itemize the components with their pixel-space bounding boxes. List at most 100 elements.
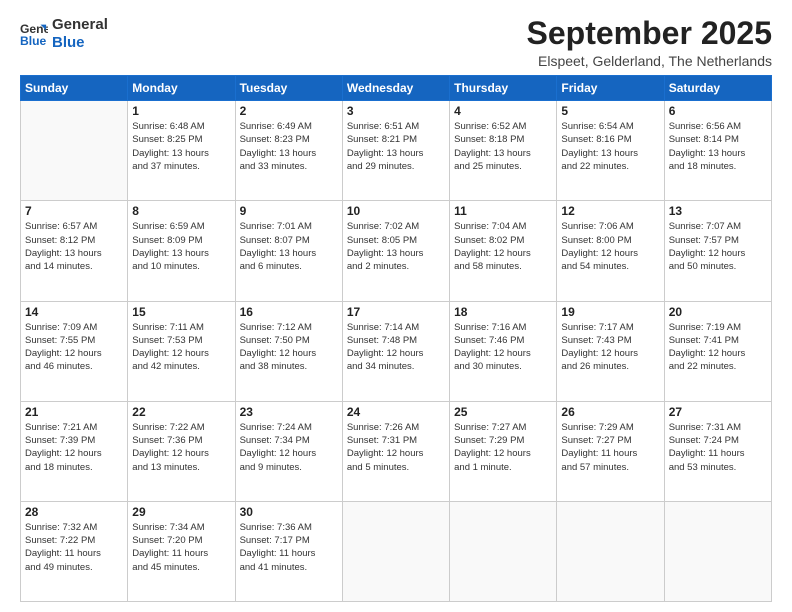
day-number: 7 <box>25 204 123 218</box>
day-number: 26 <box>561 405 659 419</box>
day-info: Sunrise: 7:11 AM Sunset: 7:53 PM Dayligh… <box>132 321 230 374</box>
day-number: 16 <box>240 305 338 319</box>
day-info: Sunrise: 7:14 AM Sunset: 7:48 PM Dayligh… <box>347 321 445 374</box>
day-number: 1 <box>132 104 230 118</box>
calendar-cell: 21 Sunrise: 7:21 AM Sunset: 7:39 PM Dayli… <box>21 401 128 501</box>
weekday-friday: Friday <box>557 76 664 101</box>
day-info: Sunrise: 7:36 AM Sunset: 7:17 PM Dayligh… <box>240 521 338 574</box>
day-number: 10 <box>347 204 445 218</box>
weekday-header-row: SundayMondayTuesdayWednesdayThursdayFrid… <box>21 76 772 101</box>
day-number: 28 <box>25 505 123 519</box>
day-info: Sunrise: 6:51 AM Sunset: 8:21 PM Dayligh… <box>347 120 445 173</box>
calendar-cell: 22Sunrise: 7:22 AM Sunset: 7:36 PM Dayli… <box>128 401 235 501</box>
calendar-cell: 19 Sunrise: 7:17 AM Sunset: 7:43 PM Dayli… <box>557 301 664 401</box>
day-info: Sunrise: 7:12 AM Sunset: 7:50 PM Dayligh… <box>240 321 338 374</box>
day-info: Sunrise: 7:02 AM Sunset: 8:05 PM Dayligh… <box>347 220 445 273</box>
day-number: 13 <box>669 204 767 218</box>
day-info: Sunrise: 7:22 AM Sunset: 7:36 PM Dayligh… <box>132 421 230 474</box>
logo-blue: Blue <box>52 34 108 52</box>
day-info: Sunrise: 7:34 AM Sunset: 7:20 PM Dayligh… <box>132 521 230 574</box>
weekday-saturday: Saturday <box>664 76 771 101</box>
weekday-wednesday: Wednesday <box>342 76 449 101</box>
title-block: September 2025 Elspeet, Gelderland, The … <box>527 16 772 69</box>
logo-icon: General Blue <box>20 20 48 48</box>
location: Elspeet, Gelderland, The Netherlands <box>527 53 772 69</box>
day-number: 3 <box>347 104 445 118</box>
day-number: 9 <box>240 204 338 218</box>
day-number: 19 <box>561 305 659 319</box>
day-info: Sunrise: 6:48 AM Sunset: 8:25 PM Dayligh… <box>132 120 230 173</box>
calendar-cell: 6 Sunrise: 6:56 AM Sunset: 8:14 PM Daylig… <box>664 101 771 201</box>
calendar-cell: 5Sunrise: 6:54 AM Sunset: 8:16 PM Daylig… <box>557 101 664 201</box>
day-info: Sunrise: 6:59 AM Sunset: 8:09 PM Dayligh… <box>132 220 230 273</box>
week-row-5: 28 Sunrise: 7:32 AM Sunset: 7:22 PM Dayli… <box>21 501 772 601</box>
day-info: Sunrise: 6:56 AM Sunset: 8:14 PM Dayligh… <box>669 120 767 173</box>
calendar-cell: 1 Sunrise: 6:48 AM Sunset: 8:25 PM Daylig… <box>128 101 235 201</box>
day-info: Sunrise: 7:09 AM Sunset: 7:55 PM Dayligh… <box>25 321 123 374</box>
calendar-cell: 17 Sunrise: 7:14 AM Sunset: 7:48 PM Dayli… <box>342 301 449 401</box>
day-number: 30 <box>240 505 338 519</box>
day-number: 23 <box>240 405 338 419</box>
calendar-cell: 28 Sunrise: 7:32 AM Sunset: 7:22 PM Dayli… <box>21 501 128 601</box>
day-number: 2 <box>240 104 338 118</box>
calendar-cell: 14 Sunrise: 7:09 AM Sunset: 7:55 PM Dayli… <box>21 301 128 401</box>
calendar-cell <box>450 501 557 601</box>
day-number: 18 <box>454 305 552 319</box>
day-info: Sunrise: 7:21 AM Sunset: 7:39 PM Dayligh… <box>25 421 123 474</box>
calendar-cell <box>557 501 664 601</box>
calendar-cell: 11 Sunrise: 7:04 AM Sunset: 8:02 PM Dayli… <box>450 201 557 301</box>
day-info: Sunrise: 7:04 AM Sunset: 8:02 PM Dayligh… <box>454 220 552 273</box>
day-info: Sunrise: 7:17 AM Sunset: 7:43 PM Dayligh… <box>561 321 659 374</box>
day-info: Sunrise: 7:32 AM Sunset: 7:22 PM Dayligh… <box>25 521 123 574</box>
week-row-3: 14 Sunrise: 7:09 AM Sunset: 7:55 PM Dayli… <box>21 301 772 401</box>
week-row-1: 1 Sunrise: 6:48 AM Sunset: 8:25 PM Daylig… <box>21 101 772 201</box>
weekday-thursday: Thursday <box>450 76 557 101</box>
header: General Blue General Blue September 2025… <box>20 16 772 69</box>
calendar-cell: 12Sunrise: 7:06 AM Sunset: 8:00 PM Dayli… <box>557 201 664 301</box>
calendar-cell: 24Sunrise: 7:26 AM Sunset: 7:31 PM Dayli… <box>342 401 449 501</box>
calendar-cell: 20Sunrise: 7:19 AM Sunset: 7:41 PM Dayli… <box>664 301 771 401</box>
day-number: 8 <box>132 204 230 218</box>
day-number: 6 <box>669 104 767 118</box>
day-number: 21 <box>25 405 123 419</box>
month-title: September 2025 <box>527 16 772 51</box>
day-number: 14 <box>25 305 123 319</box>
svg-text:Blue: Blue <box>20 34 47 48</box>
day-info: Sunrise: 7:16 AM Sunset: 7:46 PM Dayligh… <box>454 321 552 374</box>
weekday-monday: Monday <box>128 76 235 101</box>
calendar-cell: 18 Sunrise: 7:16 AM Sunset: 7:46 PM Dayli… <box>450 301 557 401</box>
calendar-cell: 10 Sunrise: 7:02 AM Sunset: 8:05 PM Dayli… <box>342 201 449 301</box>
day-info: Sunrise: 6:52 AM Sunset: 8:18 PM Dayligh… <box>454 120 552 173</box>
page: General Blue General Blue September 2025… <box>0 0 792 612</box>
day-info: Sunrise: 7:31 AM Sunset: 7:24 PM Dayligh… <box>669 421 767 474</box>
weekday-sunday: Sunday <box>21 76 128 101</box>
calendar-cell: 29 Sunrise: 7:34 AM Sunset: 7:20 PM Dayli… <box>128 501 235 601</box>
day-number: 24 <box>347 405 445 419</box>
calendar-cell: 13 Sunrise: 7:07 AM Sunset: 7:57 PM Dayli… <box>664 201 771 301</box>
day-number: 4 <box>454 104 552 118</box>
calendar-cell: 30 Sunrise: 7:36 AM Sunset: 7:17 PM Dayli… <box>235 501 342 601</box>
logo: General Blue General Blue <box>20 16 108 52</box>
day-number: 27 <box>669 405 767 419</box>
calendar-cell: 23Sunrise: 7:24 AM Sunset: 7:34 PM Dayli… <box>235 401 342 501</box>
day-info: Sunrise: 6:57 AM Sunset: 8:12 PM Dayligh… <box>25 220 123 273</box>
calendar-cell: 27 Sunrise: 7:31 AM Sunset: 7:24 PM Dayli… <box>664 401 771 501</box>
day-number: 12 <box>561 204 659 218</box>
calendar-cell: 16 Sunrise: 7:12 AM Sunset: 7:50 PM Dayli… <box>235 301 342 401</box>
calendar-cell: 3 Sunrise: 6:51 AM Sunset: 8:21 PM Daylig… <box>342 101 449 201</box>
calendar-cell: 8 Sunrise: 6:59 AM Sunset: 8:09 PM Daylig… <box>128 201 235 301</box>
calendar-cell: 2Sunrise: 6:49 AM Sunset: 8:23 PM Daylig… <box>235 101 342 201</box>
day-number: 29 <box>132 505 230 519</box>
day-info: Sunrise: 7:07 AM Sunset: 7:57 PM Dayligh… <box>669 220 767 273</box>
day-number: 15 <box>132 305 230 319</box>
day-info: Sunrise: 7:01 AM Sunset: 8:07 PM Dayligh… <box>240 220 338 273</box>
week-row-2: 7 Sunrise: 6:57 AM Sunset: 8:12 PM Daylig… <box>21 201 772 301</box>
week-row-4: 21 Sunrise: 7:21 AM Sunset: 7:39 PM Dayli… <box>21 401 772 501</box>
day-number: 11 <box>454 204 552 218</box>
day-info: Sunrise: 6:54 AM Sunset: 8:16 PM Dayligh… <box>561 120 659 173</box>
day-info: Sunrise: 7:27 AM Sunset: 7:29 PM Dayligh… <box>454 421 552 474</box>
calendar-table: SundayMondayTuesdayWednesdayThursdayFrid… <box>20 75 772 602</box>
calendar-cell: 4 Sunrise: 6:52 AM Sunset: 8:18 PM Daylig… <box>450 101 557 201</box>
calendar-cell <box>664 501 771 601</box>
day-number: 17 <box>347 305 445 319</box>
